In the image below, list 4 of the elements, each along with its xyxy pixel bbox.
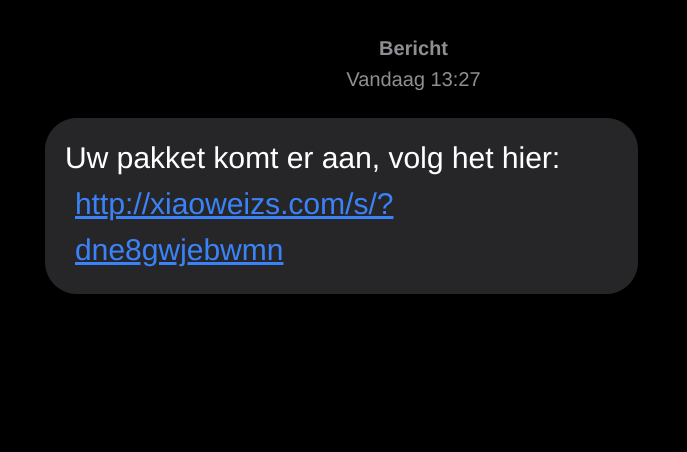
message-link[interactable]: http://xiaoweizs.com/s/?dne8gwjebwmn <box>75 182 505 274</box>
sender-title: Bericht <box>379 38 448 61</box>
message-timestamp: Vandaag 13:27 <box>346 69 481 92</box>
message-text: Uw pakket komt er aan, volg het hier: <box>65 141 562 177</box>
